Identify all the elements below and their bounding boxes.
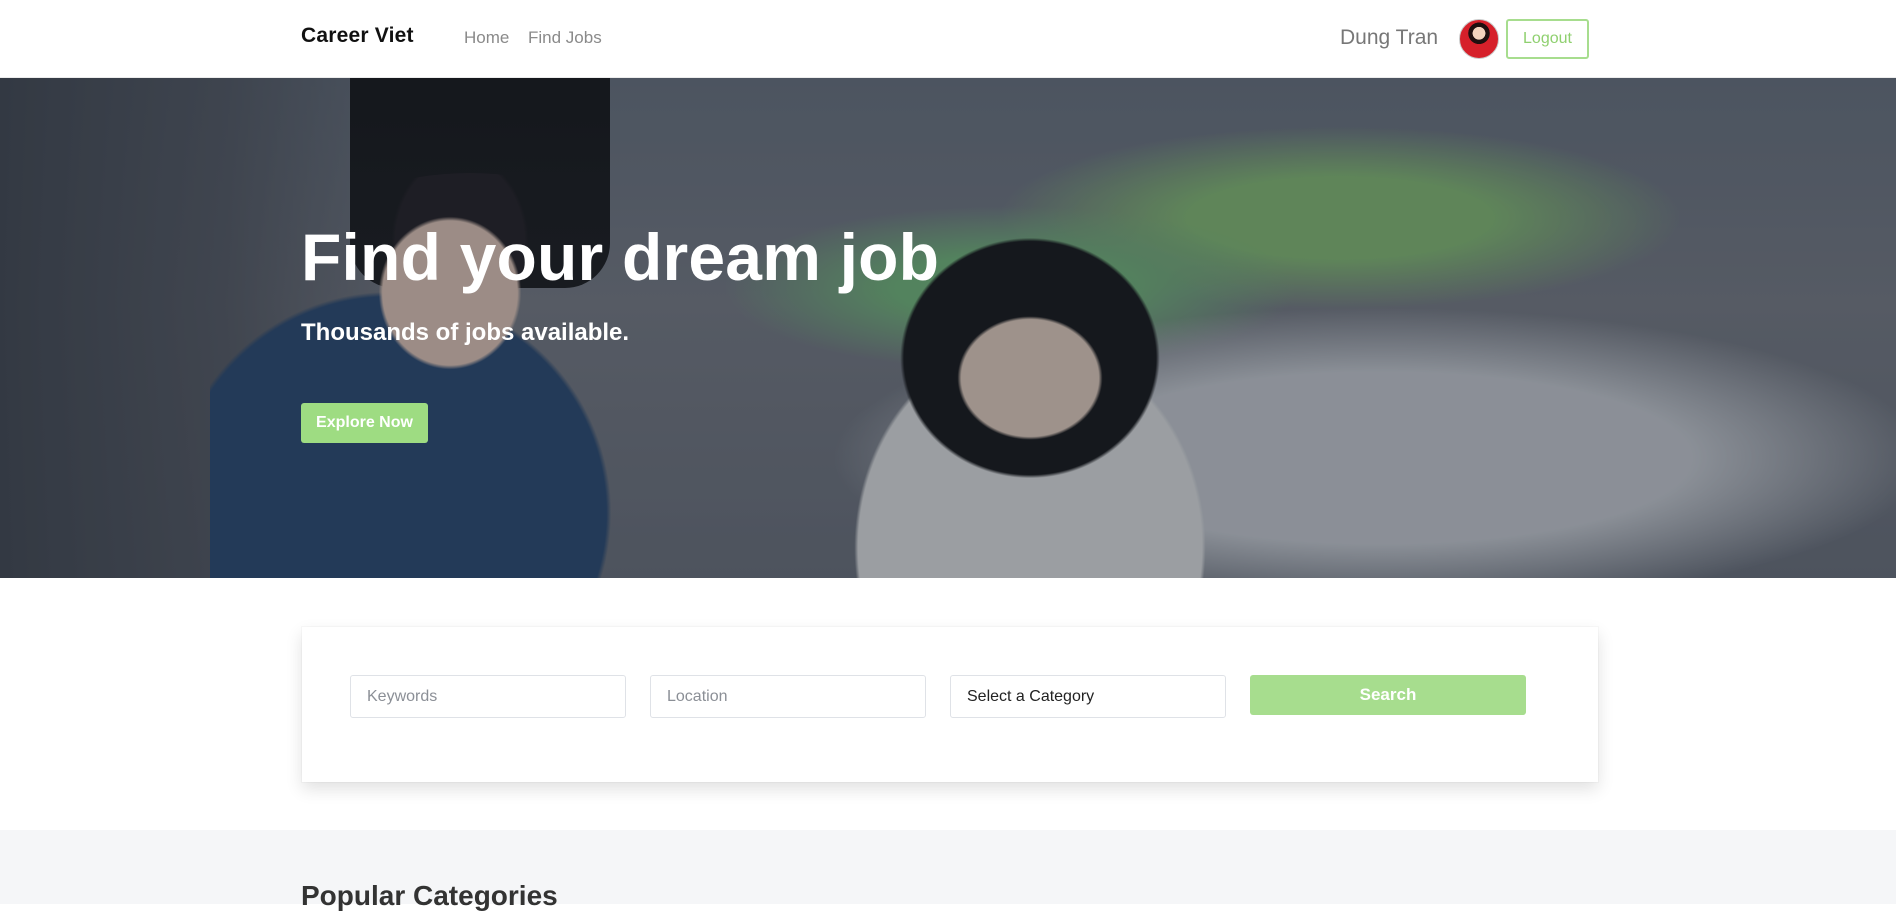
logout-button[interactable]: Logout [1506, 19, 1589, 59]
popular-categories-title: Popular Categories [301, 880, 558, 911]
brand-logo[interactable]: Career Viet [301, 24, 414, 48]
hero-subtitle: Thousands of jobs available. [301, 319, 630, 346]
popular-categories-section: Popular Categories [0, 830, 1896, 911]
location-input[interactable] [650, 675, 926, 718]
hero-title: Find your dream job [301, 220, 940, 294]
category-select[interactable]: Select a Category [950, 675, 1226, 718]
keywords-input[interactable] [350, 675, 626, 718]
job-search-card: Select a Category Search [302, 627, 1598, 782]
user-avatar[interactable] [1459, 19, 1499, 59]
top-navbar: Career Viet Home Find Jobs Dung Tran Log… [0, 0, 1896, 78]
search-button[interactable]: Search [1250, 675, 1526, 715]
user-name: Dung Tran [1340, 26, 1439, 49]
hero-section: Find your dream job Thousands of jobs av… [0, 78, 1896, 578]
nav-home-link[interactable]: Home [464, 28, 509, 48]
explore-now-button[interactable]: Explore Now [301, 403, 428, 443]
nav-find-jobs-link[interactable]: Find Jobs [528, 28, 602, 48]
hero-dark-overlay [0, 78, 1896, 578]
